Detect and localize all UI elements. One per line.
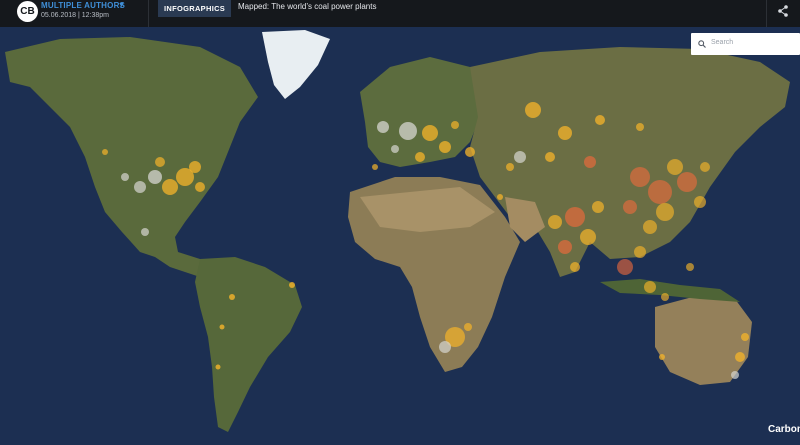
- plant-marker: [377, 121, 389, 133]
- plant-marker: [570, 262, 580, 272]
- search-box[interactable]: Search: [691, 33, 800, 55]
- caret-down-icon[interactable]: ▼: [118, 2, 125, 9]
- plant-marker: [422, 125, 438, 141]
- plant-marker: [677, 172, 697, 192]
- plant-marker: [735, 352, 745, 362]
- plant-marker: [148, 170, 162, 184]
- divider: [766, 0, 767, 27]
- plant-marker: [667, 159, 683, 175]
- plant-marker: [634, 246, 646, 258]
- plant-marker: [686, 263, 694, 271]
- search-icon[interactable]: [698, 40, 706, 48]
- plant-marker: [558, 126, 572, 140]
- share-icon[interactable]: [776, 4, 790, 18]
- plant-marker: [525, 102, 541, 118]
- plant-marker: [656, 203, 674, 221]
- plant-marker: [155, 157, 165, 167]
- plant-marker: [134, 181, 146, 193]
- plant-marker: [189, 161, 201, 173]
- plant-marker: [162, 179, 178, 195]
- plant-marker: [648, 180, 672, 204]
- plant-marker: [195, 182, 205, 192]
- plant-marker: [659, 354, 665, 360]
- plant-marker: [219, 324, 225, 330]
- plant-marker: [661, 293, 669, 301]
- plant-marker: [558, 240, 572, 254]
- plant-marker: [372, 164, 378, 170]
- plant-marker: [464, 323, 472, 331]
- plant-marker: [617, 259, 633, 275]
- plant-marker: [548, 215, 562, 229]
- plant-marker: [121, 173, 129, 181]
- plant-marker: [497, 194, 503, 200]
- author-link[interactable]: MULTIPLE AUTHORS: [41, 1, 125, 10]
- plant-marker: [465, 147, 475, 157]
- world-map[interactable]: [0, 27, 800, 445]
- plant-marker: [643, 220, 657, 234]
- carbon-brief-wordmark: Carbon: [768, 424, 800, 435]
- plant-marker: [545, 152, 555, 162]
- plant-marker: [700, 162, 710, 172]
- plant-marker: [623, 200, 637, 214]
- plant-marker: [229, 294, 235, 300]
- plant-marker: [102, 149, 108, 155]
- search-input[interactable]: Search: [711, 39, 733, 46]
- plant-marker: [514, 151, 526, 163]
- plant-marker: [141, 228, 149, 236]
- plant-marker: [636, 123, 644, 131]
- plant-marker: [399, 122, 417, 140]
- category-badge[interactable]: INFOGRAPHICS: [158, 0, 232, 17]
- plant-marker: [644, 281, 656, 293]
- plant-marker: [592, 201, 604, 213]
- plant-marker: [741, 333, 749, 341]
- plant-marker: [439, 341, 451, 353]
- plant-marker: [584, 156, 596, 168]
- plant-marker: [731, 371, 739, 379]
- plant-marker: [439, 141, 451, 153]
- divider: [148, 0, 149, 27]
- article-title: Mapped: The world’s coal power plants: [238, 2, 377, 11]
- plant-marker: [580, 229, 596, 245]
- plant-marker: [506, 163, 514, 171]
- plant-marker: [451, 121, 459, 129]
- plant-marker: [694, 196, 706, 208]
- plant-marker: [289, 282, 295, 288]
- plant-marker: [215, 364, 221, 370]
- plant-marker: [595, 115, 605, 125]
- plant-marker: [630, 167, 650, 187]
- publish-date: 05.06.2018 | 12:38pm: [41, 12, 109, 19]
- plant-marker: [565, 207, 585, 227]
- plant-marker: [391, 145, 399, 153]
- top-bar: CB MULTIPLE AUTHORS ▼ 05.06.2018 | 12:38…: [0, 0, 800, 27]
- carbon-brief-logo[interactable]: CB: [17, 1, 38, 22]
- plant-marker: [415, 152, 425, 162]
